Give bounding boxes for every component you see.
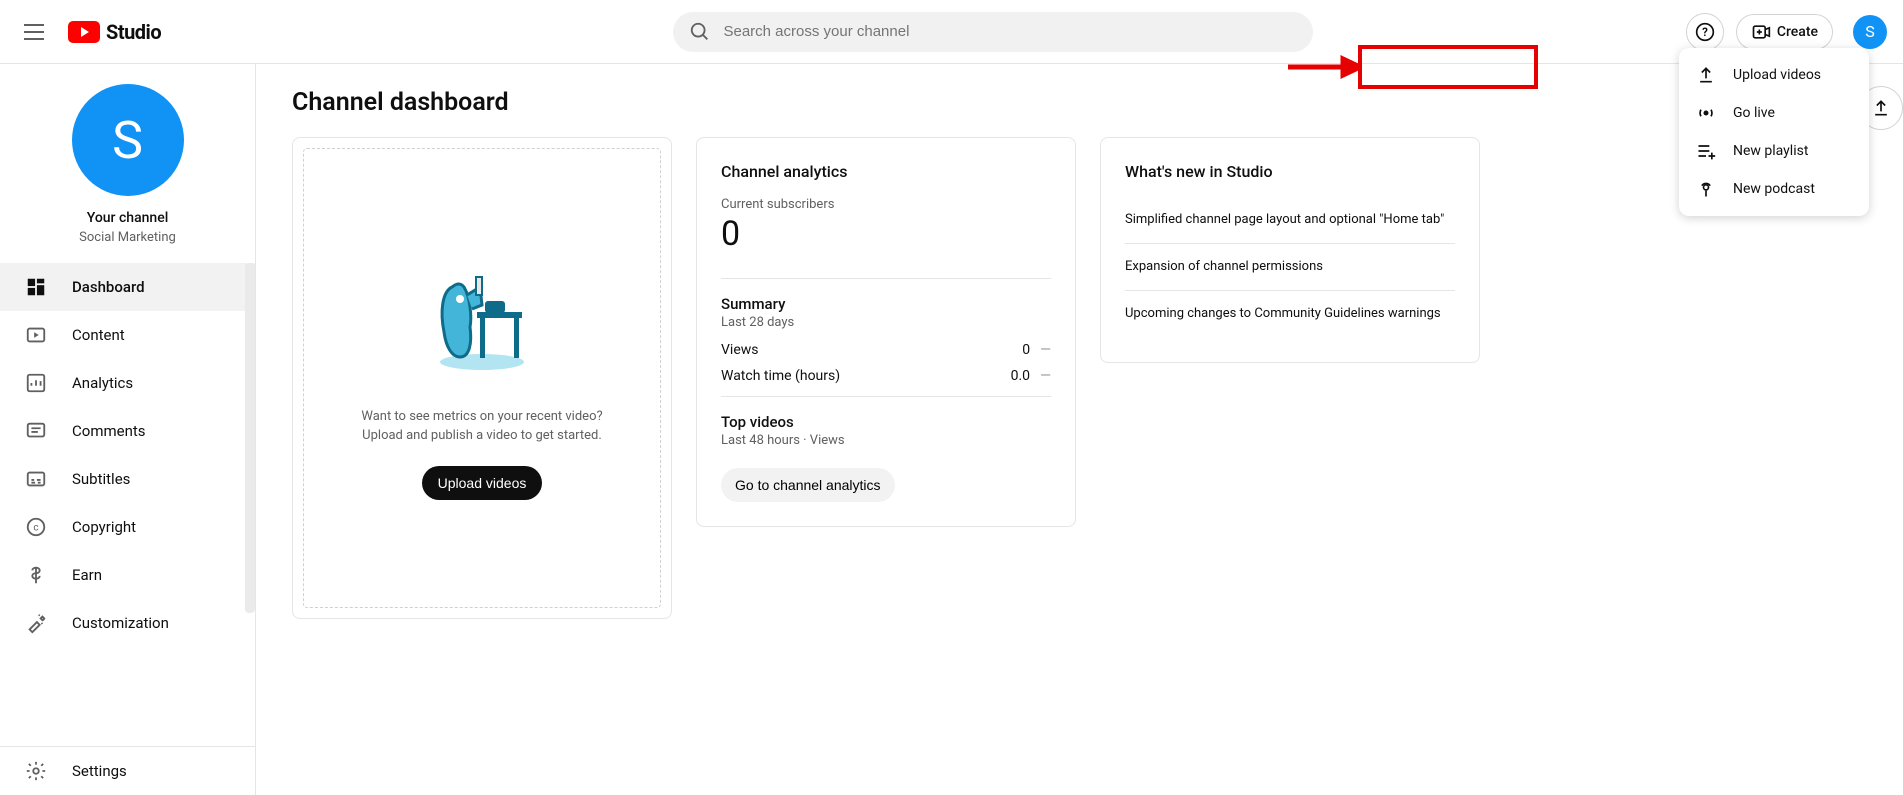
- dashboard-icon: [24, 275, 48, 299]
- menu-upload-videos[interactable]: Upload videos: [1679, 56, 1869, 94]
- upload-videos-button[interactable]: Upload videos: [422, 466, 543, 500]
- youtube-icon: [68, 21, 100, 43]
- account-avatar[interactable]: S: [1853, 15, 1887, 49]
- news-item[interactable]: Simplified channel page layout and optio…: [1125, 197, 1455, 244]
- promo-card: Want to see metrics on your recent video…: [292, 137, 672, 619]
- channel-block[interactable]: S Your channel Social Marketing: [0, 64, 255, 263]
- subs-value: 0: [721, 214, 1051, 254]
- help-button[interactable]: ?: [1686, 13, 1724, 51]
- summary-sub: Last 28 days: [721, 315, 1051, 330]
- upload-icon: [1871, 98, 1891, 118]
- sidebar-item-label: Comments: [72, 422, 146, 440]
- logo-text: Studio: [106, 20, 161, 44]
- create-menu: Upload videos Go live New playlist New p…: [1679, 48, 1869, 216]
- channel-avatar: S: [72, 84, 184, 196]
- search-box[interactable]: [673, 12, 1313, 52]
- menu-item-label: New playlist: [1733, 143, 1808, 159]
- menu-item-label: New podcast: [1733, 181, 1815, 197]
- news-item[interactable]: Upcoming changes to Community Guidelines…: [1125, 291, 1455, 337]
- live-icon: [1695, 102, 1717, 124]
- podcast-icon: [1695, 178, 1717, 200]
- svg-text:?: ?: [1702, 25, 1708, 39]
- sidebar-item-label: Content: [72, 326, 125, 344]
- stat-watchtime: Watch time (hours) 0.0—: [721, 368, 1051, 384]
- menu-item-label: Go live: [1733, 105, 1775, 121]
- channel-name: Social Marketing: [0, 230, 255, 245]
- sidebar-item-content[interactable]: Content: [0, 311, 255, 359]
- comments-icon: [24, 419, 48, 443]
- menu-item-label: Upload videos: [1733, 67, 1821, 83]
- sidebar-item-label: Dashboard: [72, 278, 145, 296]
- content-icon: [24, 323, 48, 347]
- summary-head: Summary: [721, 295, 1051, 313]
- sidebar-item-dashboard[interactable]: Dashboard: [0, 263, 255, 311]
- earn-icon: [24, 563, 48, 587]
- sidebar-item-analytics[interactable]: Analytics: [0, 359, 255, 407]
- promo-line1: Want to see metrics on your recent video…: [361, 407, 602, 427]
- upload-icon: [1695, 64, 1717, 86]
- go-analytics-button[interactable]: Go to channel analytics: [721, 468, 895, 502]
- promo-illustration: [422, 257, 542, 377]
- channel-label: Your channel: [0, 210, 255, 226]
- studio-logo[interactable]: Studio: [68, 20, 161, 44]
- analytics-title: Channel analytics: [721, 162, 1051, 181]
- avatar-initial: S: [1865, 22, 1875, 41]
- menu-new-podcast[interactable]: New podcast: [1679, 170, 1869, 208]
- playlist-icon: [1695, 140, 1717, 162]
- trend-dash-icon: —: [1040, 368, 1051, 384]
- copyright-icon: c: [24, 515, 48, 539]
- sidebar-item-copyright[interactable]: c Copyright: [0, 503, 255, 551]
- create-icon: [1751, 22, 1771, 42]
- create-label: Create: [1777, 24, 1818, 40]
- gear-icon: [24, 759, 48, 783]
- top-sub: Last 48 hours · Views: [721, 433, 1051, 448]
- sidebar-item-customization[interactable]: Customization: [0, 599, 255, 647]
- page-title: Channel dashboard: [292, 88, 1867, 117]
- sidebar-item-subtitles[interactable]: Subtitles: [0, 455, 255, 503]
- menu-new-playlist[interactable]: New playlist: [1679, 132, 1869, 170]
- sidebar-item-label: Subtitles: [72, 470, 130, 488]
- help-icon: ?: [1695, 22, 1715, 42]
- svg-text:c: c: [33, 523, 38, 534]
- annotation-arrow: [1288, 55, 1360, 79]
- main-content: Channel dashboard: [256, 64, 1903, 795]
- menu-go-live[interactable]: Go live: [1679, 94, 1869, 132]
- news-card: What's new in Studio Simplified channel …: [1100, 137, 1480, 363]
- sidebar-item-label: Settings: [72, 762, 127, 780]
- search-input[interactable]: [723, 23, 1297, 40]
- sidebar-item-label: Analytics: [72, 374, 133, 392]
- sidebar-item-label: Customization: [72, 614, 169, 632]
- news-item[interactable]: Expansion of channel permissions: [1125, 244, 1455, 291]
- top-head: Top videos: [721, 413, 1051, 431]
- sidebar-item-earn[interactable]: Earn: [0, 551, 255, 599]
- sidebar-item-label: Earn: [72, 566, 102, 584]
- create-button[interactable]: Create: [1736, 14, 1833, 50]
- sidebar-item-label: Copyright: [72, 518, 136, 536]
- sidebar: S Your channel Social Marketing Dashboar…: [0, 64, 256, 795]
- analytics-icon: [24, 371, 48, 395]
- stat-views: Views 0—: [721, 342, 1051, 358]
- trend-dash-icon: —: [1040, 342, 1051, 358]
- header: Studio ? Create S: [0, 0, 1903, 64]
- analytics-card: Channel analytics Current subscribers 0 …: [696, 137, 1076, 527]
- subtitles-icon: [24, 467, 48, 491]
- sidebar-item-comments[interactable]: Comments: [0, 407, 255, 455]
- scrollbar[interactable]: [245, 263, 255, 613]
- promo-line2: Upload and publish a video to get starte…: [361, 426, 602, 446]
- sidebar-item-settings[interactable]: Settings: [0, 747, 255, 795]
- menu-toggle-button[interactable]: [24, 20, 48, 44]
- customization-icon: [24, 611, 48, 635]
- news-title: What's new in Studio: [1125, 162, 1455, 181]
- search-icon: [689, 21, 711, 43]
- subs-label: Current subscribers: [721, 197, 1051, 212]
